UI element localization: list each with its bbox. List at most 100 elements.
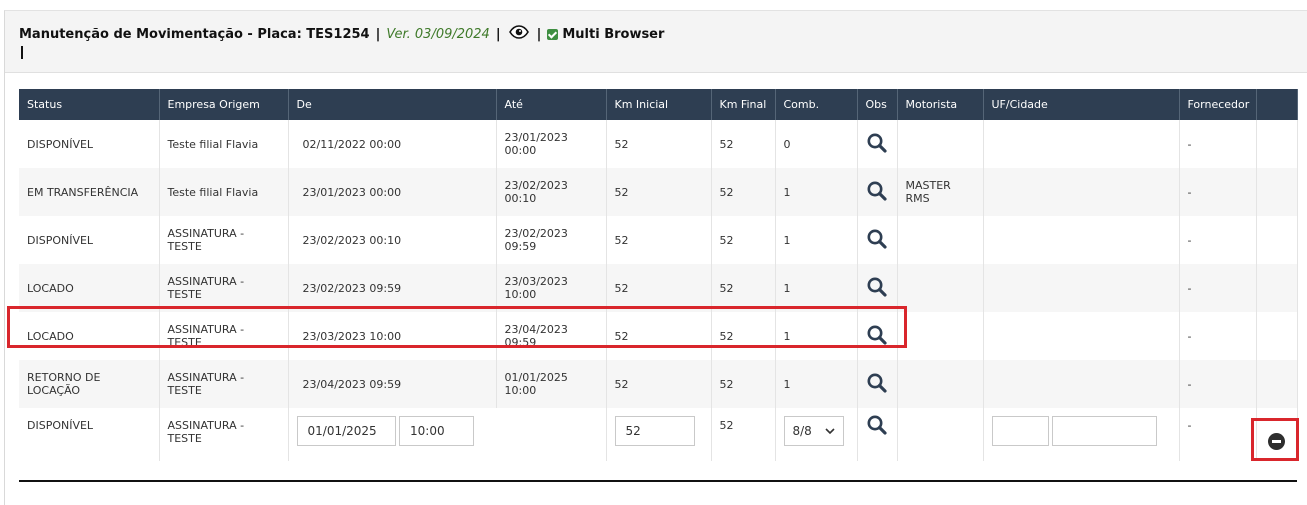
title-line: Manutenção de Movimentação - Placa: TES1… bbox=[19, 24, 664, 44]
page-header: Manutenção de Movimentação - Placa: TES1… bbox=[5, 11, 1307, 73]
cell-comb: 0 bbox=[775, 120, 858, 168]
search-icon[interactable] bbox=[866, 276, 888, 298]
cell-obs bbox=[857, 168, 898, 216]
remove-circle-icon bbox=[1268, 433, 1285, 450]
checkbox-checked-icon[interactable] bbox=[547, 28, 559, 40]
cell-de-inputs bbox=[288, 408, 607, 461]
cidade-input[interactable] bbox=[1052, 416, 1157, 446]
cell-empresa: ASSINATURA - TESTE bbox=[159, 264, 289, 312]
cell-comb: 1 bbox=[775, 312, 858, 360]
cell-km-inicial: 52 bbox=[606, 120, 712, 168]
title-separator: | bbox=[375, 26, 381, 42]
cell-empresa: ASSINATURA - TESTE bbox=[159, 360, 289, 408]
search-icon[interactable] bbox=[866, 372, 888, 394]
search-icon[interactable] bbox=[866, 180, 888, 202]
divider bbox=[19, 480, 1297, 482]
cell-km-final: 52 bbox=[711, 168, 776, 216]
search-icon[interactable] bbox=[866, 228, 888, 250]
cell-uf-cidade bbox=[983, 360, 1180, 408]
remove-row-button[interactable] bbox=[1251, 418, 1299, 461]
cell-motorista bbox=[897, 360, 984, 408]
cell-km-inicial: 52 bbox=[606, 264, 712, 312]
cell-comb: 1 bbox=[775, 264, 858, 312]
uf-input[interactable] bbox=[991, 416, 1049, 446]
cell-ate: 23/03/2023 10:00 bbox=[496, 264, 607, 312]
text-cursor bbox=[21, 46, 23, 59]
cell-ate: 23/02/2023 09:59 bbox=[496, 216, 607, 264]
cell-status: EM TRANSFERÊNCIA bbox=[19, 168, 160, 216]
column-header-comb: Comb. bbox=[775, 89, 858, 120]
column-header-obs: Obs bbox=[857, 89, 898, 120]
date-input[interactable] bbox=[296, 416, 396, 446]
cell-status: LOCADO bbox=[19, 312, 160, 360]
cell-ate: 01/01/2025 10:00 bbox=[496, 360, 607, 408]
cell-de: 23/02/2023 09:59 bbox=[288, 264, 497, 312]
cell-km-inicial bbox=[606, 408, 712, 461]
search-icon[interactable] bbox=[866, 132, 888, 154]
cell-ate: 23/01/2023 00:00 bbox=[496, 120, 607, 168]
chevron-down-icon bbox=[824, 427, 835, 434]
cell-km-inicial: 52 bbox=[606, 312, 712, 360]
table-header-row: Status Empresa Origem De Até Km Inicial … bbox=[19, 89, 1298, 120]
table-row[interactable]: LOCADO ASSINATURA - TESTE 23/03/2023 10:00… bbox=[19, 312, 1298, 360]
cell-fornecedor: - bbox=[1179, 408, 1257, 461]
column-header-km-inicial: Km Inicial bbox=[606, 89, 712, 120]
table-row[interactable]: EM TRANSFERÊNCIA Teste filial Flavia 23/01… bbox=[19, 168, 1298, 216]
cell-empresa: ASSINATURA - TESTE bbox=[159, 312, 289, 360]
cell-obs bbox=[857, 120, 898, 168]
cell-motorista bbox=[897, 408, 984, 461]
cell-actions bbox=[1256, 120, 1298, 168]
km-inicial-input[interactable] bbox=[614, 416, 695, 446]
cell-ate: 23/04/2023 09:59 bbox=[496, 312, 607, 360]
cell-actions bbox=[1256, 264, 1298, 312]
cell-empresa: Teste filial Flavia bbox=[159, 120, 289, 168]
cell-fornecedor: - bbox=[1179, 360, 1257, 408]
search-icon[interactable] bbox=[866, 414, 888, 436]
cell-de: 23/03/2023 10:00 bbox=[288, 312, 497, 360]
cell-de: 23/04/2023 09:59 bbox=[288, 360, 497, 408]
multi-browser-label: Multi Browser bbox=[562, 26, 665, 42]
column-header-de: De bbox=[288, 89, 497, 120]
cell-comb: 8/8 bbox=[775, 408, 858, 461]
cell-km-final: 52 bbox=[711, 312, 776, 360]
column-header-fornecedor: Fornecedor bbox=[1179, 89, 1257, 120]
comb-select[interactable]: 8/8 bbox=[783, 416, 844, 446]
version-label: Ver. 03/09/2024 bbox=[386, 26, 490, 42]
cell-km-final: 52 bbox=[711, 264, 776, 312]
eye-icon[interactable] bbox=[508, 25, 529, 39]
search-icon[interactable] bbox=[866, 324, 888, 346]
cell-fornecedor: - bbox=[1179, 264, 1257, 312]
page-title: Manutenção de Movimentação - Placa: TES1… bbox=[19, 26, 370, 42]
cell-obs bbox=[857, 264, 898, 312]
cell-obs bbox=[857, 312, 898, 360]
cell-fornecedor: - bbox=[1179, 312, 1257, 360]
cell-fornecedor: - bbox=[1179, 168, 1257, 216]
cell-fornecedor: - bbox=[1179, 216, 1257, 264]
table-row[interactable]: RETORNO DE LOCAÇÃO ASSINATURA - TESTE 23/0… bbox=[19, 360, 1298, 408]
cell-status: LOCADO bbox=[19, 264, 160, 312]
cell-obs bbox=[857, 408, 898, 461]
cell-status: RETORNO DE LOCAÇÃO bbox=[19, 360, 160, 408]
cell-actions bbox=[1256, 216, 1298, 264]
column-header-motorista: Motorista bbox=[897, 89, 984, 120]
table-row[interactable]: LOCADO ASSINATURA - TESTE 23/02/2023 09:59… bbox=[19, 264, 1298, 312]
time-input[interactable] bbox=[399, 416, 474, 446]
cell-km-inicial: 52 bbox=[606, 216, 712, 264]
cell-uf-cidade bbox=[983, 264, 1180, 312]
cell-km-final: 52 bbox=[711, 408, 776, 461]
column-header-status: Status bbox=[19, 89, 160, 120]
cell-actions bbox=[1256, 312, 1298, 360]
edit-row: DISPONÍVEL ASSINATURA - TESTE 52 8/8 bbox=[19, 408, 1298, 461]
cell-empresa: ASSINATURA - TESTE bbox=[159, 216, 289, 264]
table-row[interactable]: DISPONÍVEL ASSINATURA - TESTE 23/02/2023 0… bbox=[19, 216, 1298, 264]
cell-km-final: 52 bbox=[711, 360, 776, 408]
cell-obs bbox=[857, 360, 898, 408]
table-row[interactable]: DISPONÍVEL Teste filial Flavia 02/11/2022 … bbox=[19, 120, 1298, 168]
title-separator: | bbox=[495, 26, 501, 42]
cell-ate: 23/02/2023 00:10 bbox=[496, 168, 607, 216]
cell-actions bbox=[1256, 168, 1298, 216]
cell-uf-cidade bbox=[983, 168, 1180, 216]
cell-actions bbox=[1256, 360, 1298, 408]
cell-uf-cidade bbox=[983, 312, 1180, 360]
cell-de: 23/02/2023 00:10 bbox=[288, 216, 497, 264]
